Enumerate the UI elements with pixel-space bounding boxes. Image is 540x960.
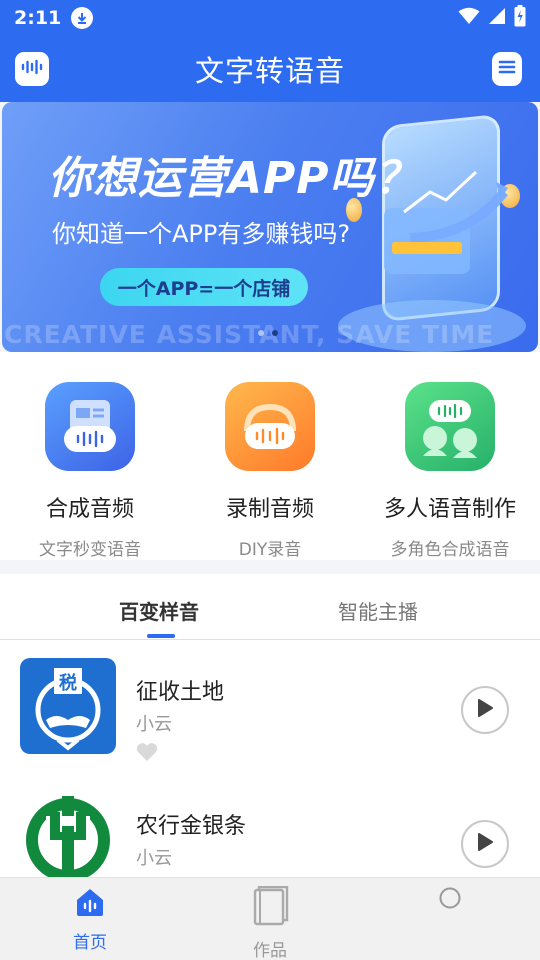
item-title: 农行金银条 bbox=[136, 814, 247, 839]
status-time: 2:11 bbox=[14, 7, 62, 29]
voice-wave-button[interactable] bbox=[15, 52, 49, 86]
wifi-icon bbox=[458, 7, 480, 29]
banner-card-bar bbox=[392, 242, 462, 254]
tab-bar: 百变样音 智能主播 bbox=[0, 574, 540, 640]
banner-page-indicator bbox=[258, 330, 278, 336]
samples-panel: 百变样音 智能主播 税 征收土地 小云 农行金银条 小云 bbox=[0, 574, 540, 895]
play-button[interactable] bbox=[461, 686, 509, 734]
multi-voice-action[interactable]: 多人语音制作 多角色合成语音 bbox=[360, 352, 540, 560]
headphones-icon bbox=[225, 382, 315, 471]
heart-icon[interactable] bbox=[136, 742, 158, 766]
menu-button[interactable] bbox=[492, 52, 522, 86]
item-author: 小云 bbox=[136, 714, 172, 735]
nav-label: 作品 bbox=[253, 941, 287, 960]
synthesize-audio-action[interactable]: 合成音频 文字秒变语音 bbox=[0, 352, 180, 560]
list-item[interactable]: 税 征收土地 小云 bbox=[0, 658, 540, 768]
item-title: 征收土地 bbox=[136, 680, 225, 705]
bottom-nav: 首页 作品 bbox=[0, 877, 540, 960]
action-title: 合成音频 bbox=[45, 497, 134, 522]
active-tab-indicator bbox=[147, 634, 175, 638]
app-header: 文字转语音 bbox=[0, 36, 540, 102]
play-icon bbox=[476, 698, 494, 722]
svg-text:税: 税 bbox=[59, 672, 77, 694]
download-icon bbox=[71, 7, 94, 29]
quick-actions: 合成音频 文字秒变语音 录制音频 DIY录音 多人语音制作 多角色合成语音 bbox=[0, 352, 540, 560]
play-button[interactable] bbox=[461, 820, 509, 868]
profile-icon bbox=[438, 886, 462, 914]
banner-subline: 你知道一个APP有多赚钱吗? bbox=[52, 220, 351, 248]
home-icon bbox=[74, 886, 106, 922]
nav-home[interactable]: 首页 bbox=[0, 878, 180, 960]
nav-works[interactable]: 作品 bbox=[180, 878, 360, 960]
banner-watermark: CREATIVE ASSISTANT, SAVE TIME bbox=[4, 320, 495, 349]
record-audio-action[interactable]: 录制音频 DIY录音 bbox=[180, 352, 360, 560]
status-bar: 2:11 bbox=[0, 0, 540, 36]
battery-icon bbox=[514, 5, 526, 31]
item-author: 小云 bbox=[136, 848, 172, 869]
tab-smart-anchor[interactable]: 智能主播 bbox=[338, 596, 418, 625]
action-title: 多人语音制作 bbox=[383, 497, 516, 522]
action-title: 录制音频 bbox=[225, 497, 314, 522]
signal-icon bbox=[488, 7, 506, 29]
status-indicators bbox=[458, 5, 526, 31]
nav-label: 首页 bbox=[73, 933, 107, 953]
menu-icon bbox=[498, 59, 516, 79]
voice-wave-icon bbox=[20, 59, 44, 79]
banner-dot-active bbox=[272, 330, 278, 336]
tab-voice-samples[interactable]: 百变样音 bbox=[119, 596, 199, 625]
banner-dot bbox=[258, 330, 264, 336]
page-title: 文字转语音 bbox=[194, 54, 345, 88]
action-subtitle: DIY录音 bbox=[238, 540, 302, 560]
book-icon bbox=[251, 885, 289, 930]
multi-speaker-icon bbox=[405, 382, 495, 471]
abc-bank-logo-thumbnail bbox=[20, 792, 116, 888]
action-subtitle: 多角色合成语音 bbox=[390, 540, 510, 560]
nav-profile[interactable] bbox=[360, 878, 540, 960]
tax-logo-thumbnail: 税 bbox=[20, 658, 116, 754]
banner-pill-button[interactable]: 一个APP=一个店铺 bbox=[100, 268, 308, 306]
play-icon bbox=[476, 832, 494, 856]
document-audio-icon bbox=[45, 382, 135, 471]
banner-headline: 你想运营APP吗？ bbox=[48, 153, 420, 204]
action-subtitle: 文字秒变语音 bbox=[39, 540, 141, 560]
